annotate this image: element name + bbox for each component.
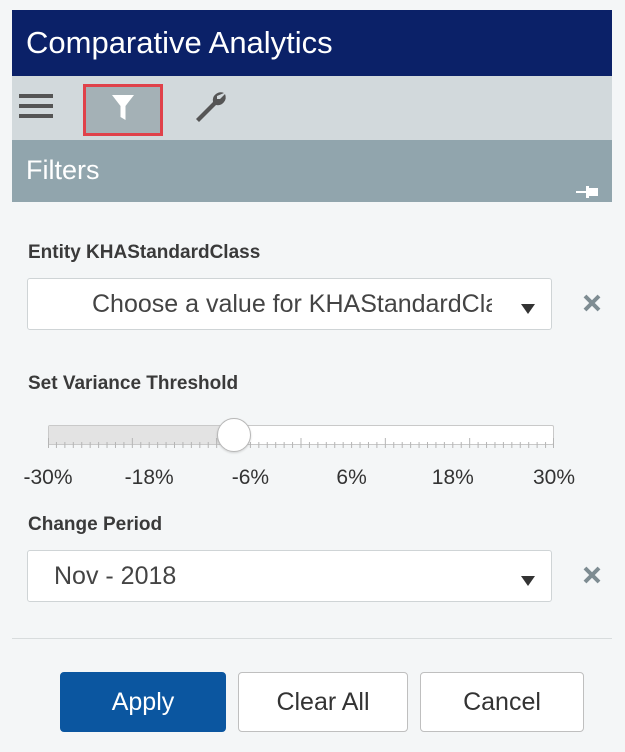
variance-slider-ticks: [48, 438, 554, 448]
toolbar: [12, 76, 612, 140]
variance-label: Set Variance Threshold: [28, 373, 239, 394]
change-period-label: Change Period: [28, 514, 163, 535]
chevron-down-icon: [521, 573, 535, 586]
change-period-clear-icon[interactable]: [580, 563, 604, 587]
clear-all-button[interactable]: Clear All: [238, 672, 408, 732]
slider-tick-label: 18%: [431, 466, 474, 489]
pin-icon[interactable]: [576, 162, 598, 198]
variance-slider-thumb[interactable]: [216, 418, 251, 452]
change-period-select[interactable]: Nov - 2018: [27, 550, 552, 602]
app-title: Comparative Analytics: [26, 25, 333, 60]
slider-tick-label: -18%: [124, 466, 174, 489]
filters-title: Filters: [26, 155, 100, 185]
entity-select-placeholder: Choose a value for KHAStandardClass: [92, 290, 492, 318]
settings-button[interactable]: [188, 86, 232, 130]
filters-panel: Entity KHAStandardClass Choose a value f…: [12, 202, 612, 752]
cancel-button[interactable]: Cancel: [420, 672, 584, 732]
change-period-value: Nov - 2018: [54, 562, 177, 590]
funnel-filter-icon: [112, 94, 134, 126]
filter-button[interactable]: [83, 84, 163, 136]
entity-select[interactable]: Choose a value for KHAStandardClass: [27, 278, 552, 330]
slider-tick-label: 30%: [532, 466, 576, 489]
filters-header: Filters: [12, 140, 612, 202]
hamburger-menu-icon: [19, 93, 53, 124]
app-title-bar: Comparative Analytics: [12, 10, 612, 76]
apply-button[interactable]: Apply: [60, 672, 226, 732]
slider-tick-label: 6%: [336, 466, 367, 489]
menu-button[interactable]: [12, 90, 60, 126]
slider-tick-label: -6%: [231, 466, 270, 489]
entity-clear-icon[interactable]: [580, 291, 604, 315]
divider: [12, 638, 612, 639]
chevron-down-icon: [521, 301, 535, 314]
entity-label: Entity KHAStandardClass: [28, 242, 261, 263]
wrench-icon: [193, 89, 227, 128]
slider-tick-label: -30%: [23, 466, 73, 489]
